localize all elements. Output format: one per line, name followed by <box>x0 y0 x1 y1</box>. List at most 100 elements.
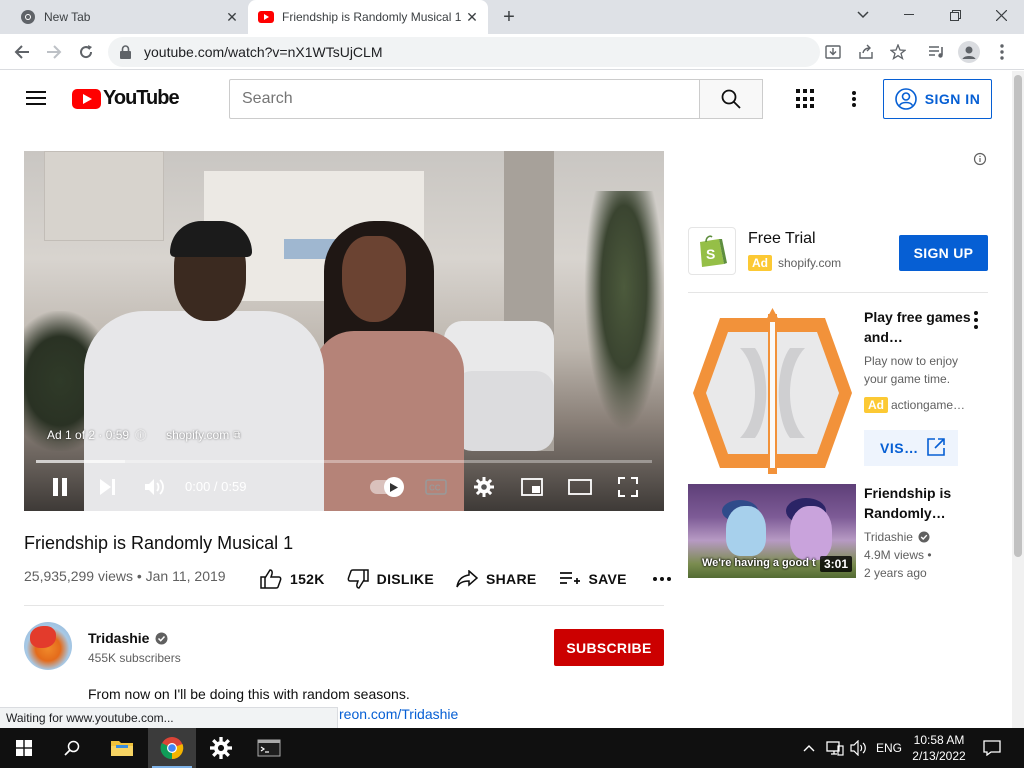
video-player[interactable]: Ad 1 of 2 · 0:59 ⓘ shopify.com ⧉ 0:00 / … <box>24 151 664 511</box>
taskbar-settings[interactable] <box>197 728 245 768</box>
next-button[interactable] <box>94 473 122 501</box>
recommended-channel[interactable]: Tridashie <box>864 530 930 544</box>
youtube-logo[interactable]: YouTube <box>72 87 180 110</box>
mute-button[interactable] <box>141 473 169 501</box>
chrome-icon <box>20 9 36 25</box>
notifications-icon[interactable] <box>983 728 1001 768</box>
new-tab-button[interactable]: + <box>496 5 522 29</box>
tab-youtube-video[interactable]: Friendship is Randomly Musical 1 ✕ <box>248 0 488 34</box>
show-hidden-icons-chevron-icon[interactable] <box>803 728 815 768</box>
progress-bar[interactable] <box>36 460 652 463</box>
settings-kebab-icon[interactable] <box>848 89 860 109</box>
forward-arrow-icon[interactable] <box>40 38 68 66</box>
autoplay-play-icon <box>384 477 404 497</box>
dislike-button[interactable]: DISLIKE <box>347 569 434 589</box>
chrome-menu-icon[interactable] <box>990 40 1014 64</box>
tab-title: New Tab <box>44 10 91 24</box>
volume-icon[interactable] <box>850 728 868 768</box>
profile-avatar-icon[interactable] <box>957 40 981 64</box>
share-button[interactable]: SHARE <box>456 570 537 588</box>
clock-date: 2/13/2022 <box>912 749 966 763</box>
reload-icon[interactable] <box>72 38 100 66</box>
ad-domain-link[interactable]: shopify.com <box>166 428 229 442</box>
theater-mode-icon <box>568 479 592 495</box>
channel-avatar[interactable] <box>24 622 72 670</box>
taskbar-clock[interactable]: 10:58 AM 2/13/2022 <box>906 732 972 764</box>
close-tab-icon[interactable]: ✕ <box>222 7 242 27</box>
address-bar[interactable]: youtube.com/watch?v=nX1WTsUjCLM <box>108 37 820 67</box>
tab-new-tab[interactable]: New Tab ✕ <box>8 0 248 34</box>
recommended-video-title[interactable]: Friendship is Randomly… <box>864 483 984 523</box>
settings-button[interactable] <box>470 473 498 501</box>
taskbar-search-button[interactable] <box>48 728 96 768</box>
sign-in-button[interactable]: SIGN IN <box>883 79 992 119</box>
network-icon[interactable] <box>826 728 844 768</box>
like-button[interactable]: 152K <box>260 569 325 589</box>
game-ad-title[interactable]: Play free games and… <box>864 307 974 347</box>
miniplayer-button[interactable] <box>518 473 546 501</box>
autoplay-toggle[interactable] <box>370 477 404 497</box>
video-title: Friendship is Randomly Musical 1 <box>24 533 294 553</box>
clock-time: 10:58 AM <box>913 733 965 747</box>
ad-menu-kebab-icon[interactable] <box>972 311 980 329</box>
open-external-icon <box>927 438 945 456</box>
game-ad-thumbnail[interactable] <box>690 308 855 478</box>
page-scrollbar[interactable] <box>1012 71 1024 728</box>
search-icon <box>64 740 80 756</box>
svg-text:CC: CC <box>429 484 441 493</box>
scrollbar-thumb[interactable] <box>1014 75 1022 557</box>
browser-toolbar: youtube.com/watch?v=nX1WTsUjCLM <box>0 34 1024 70</box>
account-circle-icon <box>894 88 917 110</box>
chrome-icon <box>160 737 184 760</box>
windows-start-button[interactable] <box>0 728 48 768</box>
subscribe-button[interactable]: SUBSCRIBE <box>554 629 664 666</box>
hamburger-menu-icon[interactable] <box>24 87 48 111</box>
visit-site-button[interactable]: VIS… <box>864 430 958 466</box>
channel-name-link[interactable]: Tridashie <box>88 630 168 646</box>
input-language[interactable]: ENG <box>876 728 902 768</box>
youtube-icon <box>258 9 274 25</box>
theater-mode-button[interactable] <box>566 473 594 501</box>
ad-info-icon[interactable] <box>973 152 987 166</box>
share-page-icon[interactable] <box>854 40 878 64</box>
ad-badge: Ad <box>748 255 772 271</box>
companion-ad-title[interactable]: Free Trial <box>748 230 816 248</box>
bookmark-star-icon[interactable] <box>886 40 910 64</box>
taskbar-file-explorer[interactable] <box>98 728 146 768</box>
search-input[interactable] <box>229 79 700 119</box>
search-button[interactable] <box>699 79 763 119</box>
logo-text: YouTube <box>103 87 180 109</box>
thumbnail-pony <box>726 506 766 556</box>
shopify-bag-icon: S <box>700 235 727 267</box>
shopify-logo[interactable]: S <box>688 227 736 275</box>
minimize-icon[interactable] <box>886 0 932 30</box>
install-app-icon[interactable] <box>821 40 845 64</box>
video-frame-cabinet <box>44 151 164 241</box>
time-display: 0:00 / 0:59 <box>185 479 247 494</box>
windows-logo-icon <box>16 740 32 756</box>
sign-up-button[interactable]: SIGN UP <box>899 235 988 271</box>
close-window-icon[interactable] <box>978 0 1024 30</box>
save-button[interactable]: SAVE <box>559 571 627 587</box>
tab-search-chevron-icon[interactable] <box>840 0 886 30</box>
close-tab-icon[interactable]: ✕ <box>462 7 482 27</box>
recommended-video-thumbnail[interactable]: We're having a good t 3:01 <box>688 484 856 578</box>
pause-button[interactable] <box>46 473 74 501</box>
back-arrow-icon[interactable] <box>8 38 36 66</box>
restore-icon[interactable] <box>932 0 978 30</box>
youtube-apps-grid-icon[interactable] <box>796 89 816 109</box>
video-frame-person <box>342 236 406 322</box>
dislike-label: DISLIKE <box>376 571 434 587</box>
taskbar-terminal[interactable] <box>245 728 293 768</box>
fullscreen-button[interactable] <box>614 473 642 501</box>
channel-name: Tridashie <box>864 530 913 544</box>
taskbar-chrome[interactable] <box>148 728 196 768</box>
sign-in-label: SIGN IN <box>924 91 981 107</box>
pause-icon <box>53 478 67 496</box>
info-icon[interactable]: ⓘ <box>135 427 146 443</box>
description-link[interactable]: reon.com/Tridashie <box>339 706 458 722</box>
media-controls-icon[interactable] <box>925 40 949 64</box>
more-actions-icon[interactable] <box>652 577 671 581</box>
divider <box>688 292 988 293</box>
captions-button[interactable]: CC <box>422 473 450 501</box>
